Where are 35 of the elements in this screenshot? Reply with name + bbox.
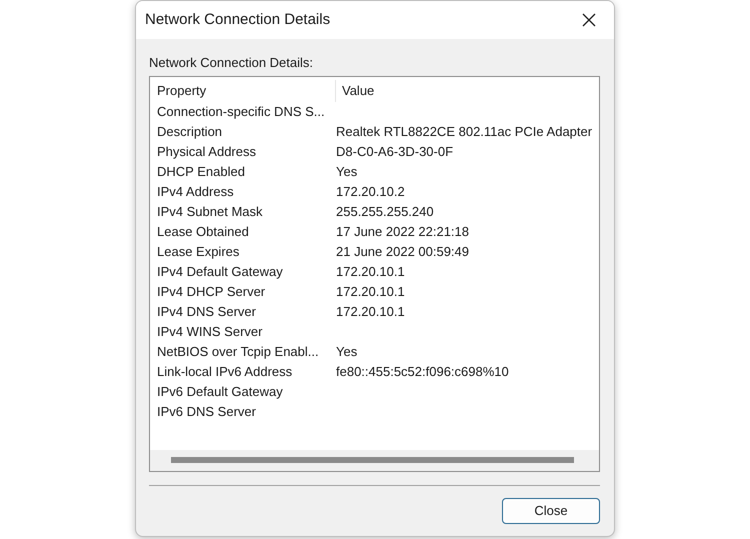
close-button[interactable]: Close [502, 498, 600, 524]
value-cell-text: 172.20.10.2 [336, 182, 405, 201]
property-cell: IPv4 DHCP Server [157, 284, 266, 299]
value-cell-text: D8-C0-A6-3D-30-0F [336, 142, 454, 161]
value-cell-text: Realtek RTL8822CE 802.11ac PCIe Adapter [336, 122, 592, 141]
property-cell: Connection-specific DNS S... [157, 104, 325, 119]
property-cell: Description [157, 124, 222, 139]
value-cell-text: 172.20.10.1 [336, 262, 405, 281]
property-cell: IPv6 Default Gateway [157, 384, 283, 399]
group-label: Network Connection Details: [149, 54, 314, 72]
property-cell: NetBIOS over Tcpip Enabl... [157, 344, 319, 359]
property-cell: Physical Address [157, 144, 256, 159]
window-title: Network Connection Details [145, 10, 330, 30]
value-cell-text: fe80::455:5c52:f096:c698%10 [336, 362, 509, 381]
value-cell-text: 21 June 2022 00:59:49 [336, 242, 470, 261]
property-cell: Lease Expires [157, 244, 240, 259]
property-cell: Link-local IPv6 Address [157, 364, 292, 379]
horizontal-scrollbar[interactable] [150, 450, 599, 470]
property-cell: IPv4 Address [157, 184, 234, 199]
property-cell: IPv6 DNS Server [157, 404, 256, 419]
property-cell: IPv4 DNS Server [157, 304, 256, 319]
value-cell-text: 17 June 2022 22:21:18 [336, 222, 470, 241]
property-cell: IPv4 Default Gateway [157, 264, 283, 279]
property-cell: DHCP Enabled [157, 164, 245, 179]
property-cell: Lease Obtained [157, 224, 249, 239]
scrollbar-thumb[interactable] [171, 457, 574, 463]
value-cell-text: Yes [336, 342, 358, 361]
column-header[interactable]: Value [336, 80, 374, 100]
property-cell: IPv4 WINS Server [157, 324, 262, 339]
property-cell: IPv4 Subnet Mask [157, 204, 262, 219]
value-cell-text: 255.255.255.240 [336, 202, 434, 221]
value-cell-text: 172.20.10.1 [336, 282, 405, 301]
value-cell-text: Yes [336, 162, 358, 181]
column-header[interactable]: Property [157, 80, 206, 100]
value-cell-text: 172.20.10.1 [336, 302, 405, 321]
